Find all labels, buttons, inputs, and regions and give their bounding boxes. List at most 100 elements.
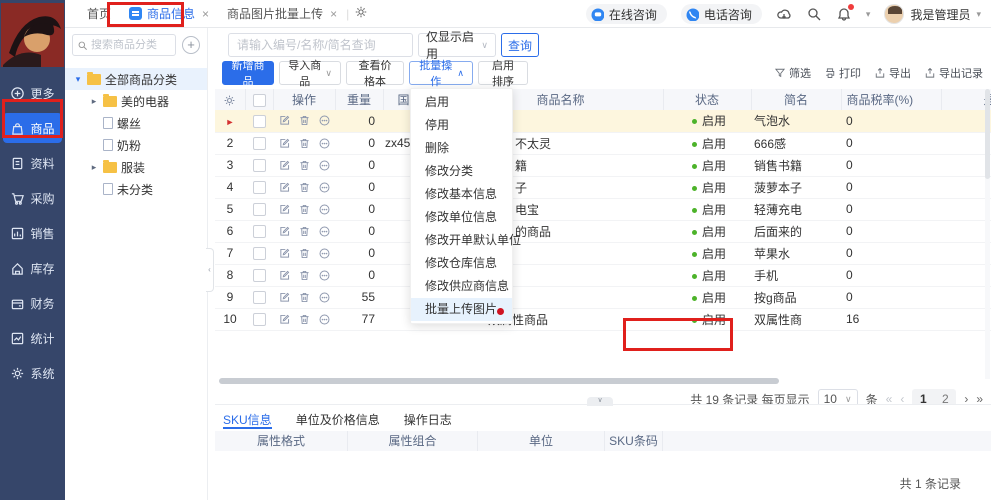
export-log-tool[interactable]: 导出记录 — [924, 65, 983, 81]
row-checkbox[interactable] — [252, 313, 266, 327]
caret-right-icon[interactable]: ▸ — [89, 96, 99, 107]
trash-icon[interactable] — [298, 159, 311, 172]
more-icon[interactable] — [318, 291, 331, 304]
panel-collapse-handle[interactable]: ‹ — [206, 248, 214, 292]
scrollbar-thumb[interactable] — [985, 89, 990, 179]
more-icon[interactable] — [318, 114, 331, 127]
edit-icon[interactable] — [278, 159, 291, 172]
edit-icon[interactable] — [278, 269, 291, 282]
export-tool[interactable]: 导出 — [874, 65, 911, 81]
table-row[interactable]: 2 0 zx45 不太灵 启用 666感 0 — [215, 132, 991, 155]
tree-node-milk-powder[interactable]: 奶粉 — [65, 134, 207, 156]
row-checkbox[interactable] — [252, 137, 266, 151]
sidebar-item-more[interactable]: 更多 — [0, 78, 65, 108]
table-row[interactable]: 8 0 启用 手机 0 — [215, 264, 991, 287]
query-button[interactable]: 查询 — [501, 33, 539, 57]
tab-product-info[interactable]: 商品信息 × — [129, 0, 209, 28]
more-icon[interactable] — [318, 313, 331, 326]
sidebar-item-finance[interactable]: 财务 — [0, 288, 65, 318]
row-checkbox[interactable] — [252, 247, 266, 261]
horizontal-scrollbar[interactable] — [219, 378, 985, 384]
tab-unit-price-info[interactable]: 单位及价格信息 — [296, 411, 380, 429]
add-category-button[interactable]: + — [182, 36, 200, 54]
menu-item-delete[interactable]: 删除 — [411, 137, 512, 160]
status-filter-select[interactable]: 仅显示启用 ∨ — [418, 30, 496, 61]
table-row[interactable]: 10 77 双属性商品 启用 双属性商 16 — [215, 308, 991, 331]
row-checkbox[interactable] — [252, 159, 266, 173]
table-row[interactable]: ► 0 启用 气泡水 0 — [215, 110, 991, 133]
table-row[interactable]: 3 0 籍 启用 销售书籍 0 — [215, 154, 991, 177]
sidebar-item-inventory[interactable]: 库存 — [0, 253, 65, 283]
product-search-input[interactable] — [228, 33, 413, 57]
sidebar-item-goods[interactable]: 商品 — [3, 113, 62, 143]
tree-node-uncategorized[interactable]: 未分类 — [65, 178, 207, 200]
row-checkbox[interactable] — [252, 203, 266, 217]
user-avatar-image[interactable] — [1, 3, 64, 67]
trash-icon[interactable] — [298, 247, 311, 260]
more-icon[interactable] — [318, 159, 331, 172]
table-row[interactable]: 5 0 电宝 启用 轻薄充电 0 — [215, 198, 991, 221]
edit-icon[interactable] — [278, 225, 291, 238]
price-book-button[interactable]: 查看价格本 — [346, 60, 404, 88]
edit-icon[interactable] — [278, 137, 291, 150]
edit-icon[interactable] — [278, 247, 291, 260]
tree-node-all-categories[interactable]: ▾ 全部商品分类 — [65, 68, 207, 90]
tab-settings-gear-icon[interactable] — [354, 5, 368, 22]
tab-operation-log[interactable]: 操作日志 — [404, 411, 452, 429]
edit-icon[interactable] — [278, 114, 291, 127]
edit-icon[interactable] — [278, 203, 291, 216]
caret-right-icon[interactable]: ▸ — [89, 162, 99, 173]
more-icon[interactable] — [318, 203, 331, 216]
tree-node-clothing[interactable]: ▸ 服装 — [65, 156, 207, 178]
row-checkbox[interactable] — [252, 181, 266, 195]
category-search-input[interactable] — [91, 39, 171, 51]
tree-node-midea-appliance[interactable]: ▸ 美的电器 — [65, 90, 207, 112]
more-icon[interactable] — [318, 269, 331, 282]
notification-bell-icon[interactable] — [836, 4, 854, 22]
user-menu[interactable]: 我是管理员 ▾ — [884, 4, 981, 24]
cloud-download-icon[interactable] — [776, 6, 792, 22]
sidebar-item-statistics[interactable]: 统计 — [0, 323, 65, 353]
close-icon[interactable]: × — [330, 7, 337, 21]
scrollbar-thumb[interactable] — [219, 378, 779, 384]
batch-operation-button[interactable]: 批量操作 ∧ — [409, 60, 473, 88]
phone-consult-button[interactable]: 电话咨询 — [680, 4, 762, 24]
edit-icon[interactable] — [278, 291, 291, 304]
tab-home[interactable]: 首页 — [87, 0, 111, 28]
enable-sort-button[interactable]: 启用排序 — [478, 60, 528, 88]
print-tool[interactable]: 打印 — [824, 65, 861, 81]
tab-batch-image-upload[interactable]: 商品图片批量上传 × | — [227, 0, 368, 28]
trash-icon[interactable] — [298, 225, 311, 238]
trash-icon[interactable] — [298, 313, 311, 326]
trash-icon[interactable] — [298, 181, 311, 194]
menu-item-edit-warehouse-info[interactable]: 修改仓库信息 — [411, 252, 512, 275]
select-all-checkbox[interactable] — [252, 93, 266, 107]
filter-tool[interactable]: 筛选 — [774, 65, 811, 81]
menu-item-edit-supplier-info[interactable]: 修改供应商信息 — [411, 275, 512, 298]
row-checkbox[interactable] — [252, 225, 266, 239]
menu-item-edit-unit-info[interactable]: 修改单位信息 — [411, 206, 512, 229]
tab-sku-info[interactable]: SKU信息 — [223, 411, 272, 429]
online-consult-button[interactable]: 在线咨询 — [585, 4, 667, 24]
caret-down-icon[interactable]: ▾ — [73, 74, 83, 85]
trash-icon[interactable] — [298, 291, 311, 304]
menu-item-disable[interactable]: 停用 — [411, 114, 512, 137]
more-icon[interactable] — [318, 181, 331, 194]
edit-icon[interactable] — [278, 313, 291, 326]
trash-icon[interactable] — [298, 269, 311, 282]
sidebar-item-system[interactable]: 系统 — [0, 358, 65, 388]
menu-item-edit-basic-info[interactable]: 修改基本信息 — [411, 183, 512, 206]
table-row[interactable]: 4 0 子 启用 菠萝本子 0 — [215, 176, 991, 199]
search-icon[interactable] — [806, 6, 822, 22]
column-settings-gear-icon[interactable] — [215, 89, 246, 110]
import-product-button[interactable]: 导入商品 ∨ — [279, 60, 341, 88]
more-icon[interactable] — [318, 137, 331, 150]
panel-collapse-button[interactable]: ∨ — [587, 397, 613, 406]
more-icon[interactable] — [318, 247, 331, 260]
row-checkbox[interactable] — [252, 114, 266, 128]
trash-icon[interactable] — [298, 114, 311, 127]
menu-item-edit-default-unit[interactable]: 修改开单默认单位 — [411, 229, 521, 252]
row-checkbox[interactable] — [252, 291, 266, 305]
sidebar-item-sales[interactable]: 销售 — [0, 218, 65, 248]
more-icon[interactable] — [318, 225, 331, 238]
